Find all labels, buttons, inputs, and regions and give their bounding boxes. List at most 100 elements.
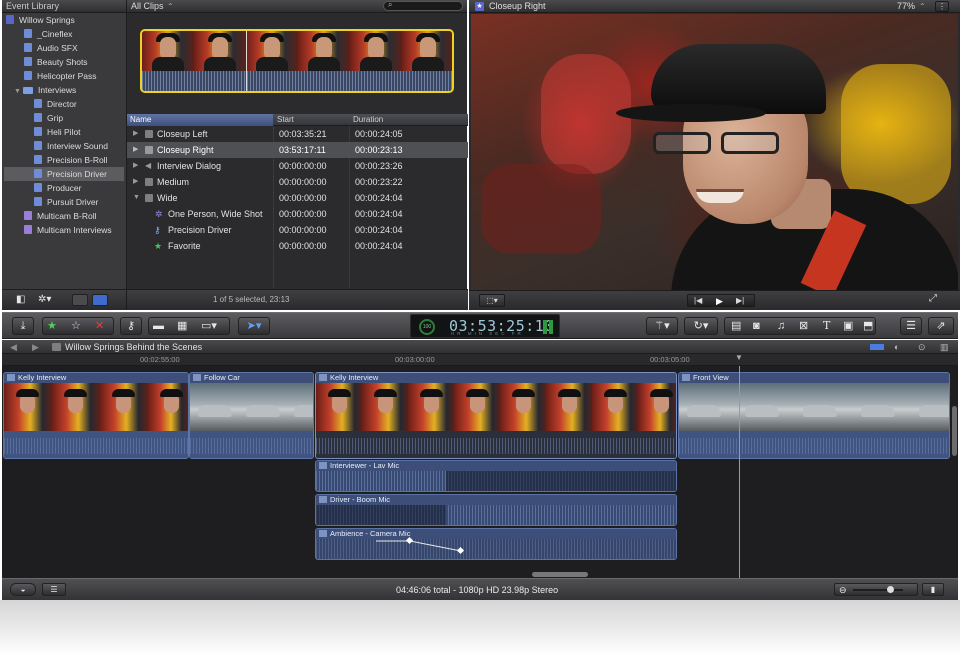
- insert-clip-icon[interactable]: ▦: [177, 318, 187, 334]
- volume-keyframe-curve[interactable]: [316, 529, 677, 560]
- effects-browser-icon[interactable]: ▤: [731, 318, 741, 334]
- gear-icon[interactable]: ✲▾: [38, 294, 51, 305]
- project-library-icon[interactable]: ☰: [42, 583, 66, 596]
- library-item-multicam-b-roll[interactable]: Multicam B-Roll: [24, 209, 97, 223]
- forward-arrow-icon[interactable]: ▶: [32, 340, 39, 354]
- retime-button[interactable]: ↻▾: [684, 317, 718, 335]
- audio-clip[interactable]: Interviewer - Lav Mic: [315, 460, 677, 492]
- playhead[interactable]: [739, 366, 740, 578]
- audio-clip[interactable]: Driver - Boom Mic: [315, 494, 677, 526]
- audio-meter-right[interactable]: [549, 320, 553, 334]
- library-item-beauty-shots[interactable]: Beauty Shots: [24, 55, 88, 69]
- disclosure-triangle-icon[interactable]: ▼: [14, 85, 23, 99]
- library-item-director[interactable]: Director: [34, 97, 77, 111]
- column-header-duration[interactable]: Duration: [353, 114, 383, 126]
- timeline-clip-selected[interactable]: Kelly Interview: [315, 372, 677, 459]
- dashboard-timecode[interactable]: 100 03:53:25:10 HR MIN SEC FR: [410, 314, 560, 338]
- list-view-icon[interactable]: [92, 294, 108, 306]
- zoom-slider[interactable]: ⊖: [834, 583, 918, 596]
- clip-row-selected[interactable]: ▶ Closeup Right 03:53:17:11 00:00:23:13: [127, 142, 468, 158]
- library-item-grip[interactable]: Grip: [34, 111, 63, 125]
- search-input[interactable]: ⌕: [383, 0, 463, 11]
- timeline-clip[interactable]: Front View: [678, 372, 950, 459]
- audio-meter-left[interactable]: [543, 320, 547, 334]
- clip-thumbnail: [4, 383, 52, 431]
- audio-clip[interactable]: Ambience - Camera Mic: [315, 528, 677, 560]
- column-header-start[interactable]: Start: [277, 114, 294, 126]
- keyword-button[interactable]: ⚷: [120, 317, 142, 335]
- connect-clip-icon[interactable]: ▬: [153, 318, 164, 334]
- share-button[interactable]: ⇗: [928, 317, 954, 335]
- clip-height-icon[interactable]: ▮: [922, 583, 944, 596]
- library-item-cineflex[interactable]: _Cineflex: [24, 27, 72, 41]
- background-tasks-meter[interactable]: 100: [419, 319, 435, 335]
- filter-chevron-icon[interactable]: ⌃: [167, 0, 174, 13]
- clip-row[interactable]: ▶ Medium 00:00:00:00 00:00:23:22: [127, 174, 468, 190]
- disclosure-triangle-icon[interactable]: ▶: [133, 126, 138, 142]
- clip-row[interactable]: ▶ Closeup Left 00:03:35:21 00:00:24:05: [127, 126, 468, 142]
- next-edit-icon[interactable]: ▶|: [736, 295, 744, 307]
- library-item-interview-sound[interactable]: Interview Sound: [34, 139, 108, 153]
- clip-row-favorite[interactable]: ★ Favorite 00:00:00:00 00:00:24:04: [127, 238, 468, 254]
- clip-row[interactable]: ▼ Wide 00:00:00:00 00:00:24:04: [127, 190, 468, 206]
- timeline-scrollbar[interactable]: [532, 572, 588, 577]
- clip-row[interactable]: ▶ ◀ Interview Dialog 00:00:00:00 00:00:2…: [127, 158, 468, 174]
- disclosure-triangle-icon[interactable]: ▶: [133, 142, 138, 158]
- clip-row-keyword[interactable]: ✲ One Person, Wide Shot 00:00:00:00 00:0…: [127, 206, 468, 222]
- back-arrow-icon[interactable]: ◀: [10, 340, 17, 354]
- show-hide-library-icon[interactable]: ◧: [16, 294, 25, 305]
- view-options-icon[interactable]: ⋮: [935, 1, 949, 12]
- append-clip-icon[interactable]: ▭▾: [201, 318, 217, 334]
- photo-browser-icon[interactable]: ◙: [753, 318, 760, 334]
- disclosure-triangle-open-icon[interactable]: ▼: [133, 190, 140, 206]
- music-browser-icon[interactable]: ♫: [777, 318, 785, 334]
- snapping-icon[interactable]: ⊙: [918, 340, 926, 354]
- clip-filter-menu[interactable]: All Clips: [131, 0, 164, 13]
- disclosure-triangle-icon[interactable]: ▶: [133, 174, 138, 190]
- playhead-marker-icon[interactable]: ▼: [735, 353, 743, 362]
- clip-appearance-icon[interactable]: [870, 344, 884, 350]
- clip-row-keyword[interactable]: ⚷ Precision Driver 00:00:00:00 00:00:24:…: [127, 222, 468, 238]
- zoom-chevron-icon[interactable]: ⌃: [919, 0, 926, 13]
- library-item-interviews[interactable]: ▼ Interviews: [14, 83, 76, 97]
- reject-x-icon[interactable]: ✕: [95, 318, 104, 334]
- timeline-clip[interactable]: Kelly Interview: [3, 372, 189, 459]
- library-item-helicopter-pass[interactable]: Helicopter Pass: [24, 69, 97, 83]
- import-media-button[interactable]: ⤓: [12, 317, 34, 335]
- library-item-producer[interactable]: Producer: [34, 181, 82, 195]
- select-tool-button[interactable]: ➤▾: [238, 317, 270, 335]
- fullscreen-icon[interactable]: ⤢: [929, 293, 937, 304]
- play-icon[interactable]: ▶: [716, 295, 723, 307]
- timeline[interactable]: Kelly Interview Follow Car Kelly Intervi…: [2, 366, 958, 578]
- zoom-out-icon[interactable]: ⊖: [839, 579, 847, 601]
- vertical-scrollbar[interactable]: [952, 406, 957, 456]
- column-header-name[interactable]: Name: [127, 114, 273, 126]
- library-item-precision-driver[interactable]: Precision Driver: [4, 167, 124, 181]
- timeline-index-icon[interactable]: ◒: [10, 583, 36, 596]
- enhancements-button[interactable]: ⚚▾: [646, 317, 678, 335]
- favorite-star-icon[interactable]: ★: [47, 318, 57, 334]
- themes-browser-icon[interactable]: ⬒: [863, 318, 873, 334]
- solo-icon[interactable]: ▥: [940, 340, 949, 354]
- selected-clip-filmstrip[interactable]: [140, 29, 454, 93]
- titles-browser-icon[interactable]: T: [823, 318, 830, 334]
- disclosure-triangle-icon[interactable]: ▶: [133, 158, 138, 174]
- zoom-thumb[interactable]: [887, 586, 894, 593]
- library-item-willow-springs[interactable]: Willow Springs: [6, 13, 75, 27]
- inspector-button[interactable]: ☰: [900, 317, 922, 335]
- generators-browser-icon[interactable]: ▣: [843, 318, 853, 334]
- filmstrip-view-icon[interactable]: [72, 294, 88, 306]
- transitions-browser-icon[interactable]: ⊠: [799, 318, 808, 334]
- library-item-precision-b-roll[interactable]: Precision B-Roll: [34, 153, 107, 167]
- zoom-level[interactable]: 77%: [897, 0, 915, 13]
- library-item-pursuit-driver[interactable]: Pursuit Driver: [34, 195, 98, 209]
- timeline-clip[interactable]: Follow Car: [189, 372, 314, 459]
- library-item-multicam-interviews[interactable]: Multicam Interviews: [24, 223, 112, 237]
- unrate-star-icon[interactable]: ☆: [71, 318, 81, 334]
- previous-edit-icon[interactable]: |◀: [694, 295, 702, 307]
- viewer-display-options-icon[interactable]: ⬚▾: [479, 294, 505, 307]
- library-item-audio-sfx[interactable]: Audio SFX: [24, 41, 78, 55]
- audio-skimming-icon[interactable]: ◐: [894, 340, 899, 354]
- library-item-heli-pilot[interactable]: Heli Pilot: [34, 125, 81, 139]
- timeline-ruler[interactable]: 00:02:55:00 00:03:00:00 00:03:05:00 ▼: [2, 353, 958, 366]
